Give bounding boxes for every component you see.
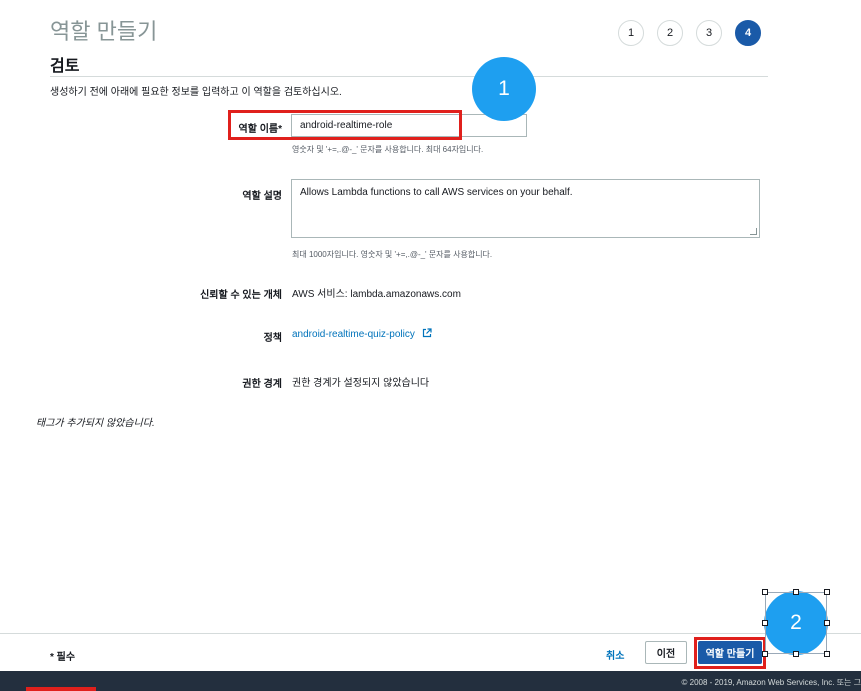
resize-handle[interactable] <box>824 651 830 657</box>
copyright-text: © 2008 - 2019, Amazon Web Services, Inc.… <box>681 678 861 687</box>
resize-handle[interactable] <box>824 589 830 595</box>
resize-handle[interactable] <box>762 589 768 595</box>
permissions-boundary-label: 권한 경계 <box>242 379 282 390</box>
role-name-hint: 영숫자 및 '+=,.@-_' 문자를 사용합니다. 최대 64자입니다. <box>292 145 484 154</box>
section-title: 검토 <box>50 58 80 75</box>
step-1[interactable]: 1 <box>618 20 644 46</box>
role-description-hint: 최대 1000자입니다. 영숫자 및 '+=,.@-_' 문자를 사용합니다. <box>292 250 493 259</box>
intro-text: 생성하기 전에 아래에 필요한 정보를 입력하고 이 역할을 검토하십시오. <box>50 87 342 98</box>
resize-handle[interactable] <box>762 651 768 657</box>
highlight-box-create-button <box>694 637 766 669</box>
step-2[interactable]: 2 <box>657 20 683 46</box>
resize-handle[interactable] <box>762 620 768 626</box>
previous-button[interactable]: 이전 <box>645 641 687 664</box>
external-link-icon[interactable] <box>422 328 432 338</box>
role-description-label: 역할 설명 <box>242 191 282 202</box>
role-description-value: Allows Lambda functions to call AWS serv… <box>300 187 573 198</box>
trusted-entity-value: AWS 서비스: lambda.amazonaws.com <box>292 289 461 300</box>
console-footer: © 2008 - 2019, Amazon Web Services, Inc.… <box>0 671 861 691</box>
tags-note: 태그가 추가되지 않았습니다. <box>36 418 155 429</box>
callout-badge-1: 1 <box>472 57 536 121</box>
page-title: 역할 만들기 <box>50 19 158 44</box>
resize-handle[interactable] <box>793 589 799 595</box>
resize-handle[interactable] <box>824 620 830 626</box>
trusted-entity-label: 신뢰할 수 있는 개체 <box>200 290 282 301</box>
cancel-button[interactable]: 취소 <box>606 647 624 662</box>
highlight-box-role-name <box>228 110 462 140</box>
section-divider <box>50 76 768 77</box>
required-note: * 필수 <box>50 652 76 663</box>
policy-row: android-realtime-quiz-policy <box>292 328 432 340</box>
policy-label: 정책 <box>263 333 282 344</box>
permissions-boundary-value: 권한 경계가 설정되지 않았습니다 <box>292 378 430 389</box>
resize-handle[interactable] <box>793 651 799 657</box>
resize-grip-icon[interactable] <box>750 228 757 235</box>
highlight-fragment <box>26 687 96 691</box>
selection-frame <box>765 592 827 654</box>
step-3[interactable]: 3 <box>696 20 722 46</box>
policy-link[interactable]: android-realtime-quiz-policy <box>292 329 415 340</box>
step-4-current: 4 <box>735 20 761 46</box>
wizard-steps: 1 2 3 4 <box>618 20 761 46</box>
role-description-textarea[interactable]: Allows Lambda functions to call AWS serv… <box>291 179 760 238</box>
